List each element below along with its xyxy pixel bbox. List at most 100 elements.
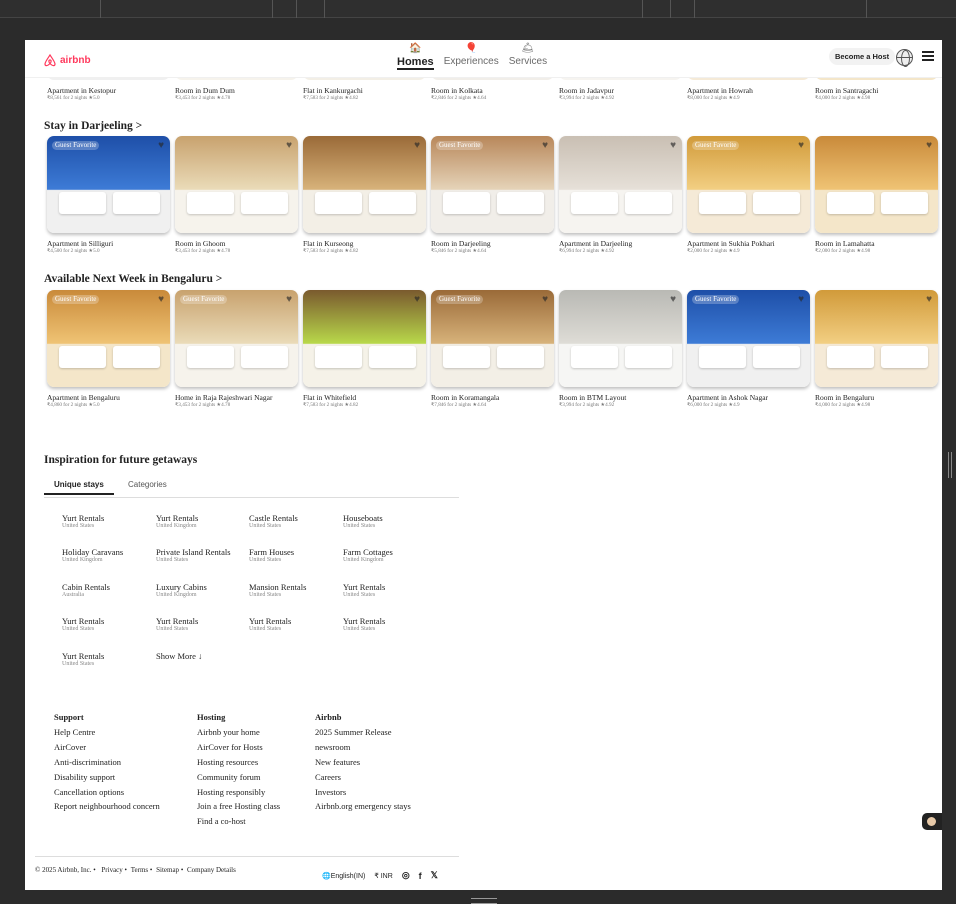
inspiration-item[interactable]: Cabin Rentals Australia <box>62 582 152 598</box>
currency-selector[interactable]: ₹ INR <box>374 872 392 880</box>
heart-icon[interactable]: ♥ <box>414 295 420 305</box>
footer-link[interactable]: Report neighbourhood concern <box>54 799 160 814</box>
footer-link[interactable]: Careers <box>315 770 411 785</box>
heart-icon[interactable]: ♥ <box>158 295 164 305</box>
listing-photo[interactable]: Guest Favorite ♥ <box>47 290 170 387</box>
inspiration-item[interactable]: Yurt Rentals United States <box>343 582 433 598</box>
inspiration-item[interactable]: Castle Rentals United States <box>249 513 339 529</box>
listing-card[interactable]: Guest Favorite ♥ Apartment in Ashok Nagar ₹… <box>687 290 810 408</box>
footer-link[interactable]: Help Centre <box>54 725 160 740</box>
footer-link[interactable]: Join a free Hosting class <box>197 799 280 814</box>
listing-card[interactable]: Guest Favorite ♥ Apartment in Sukhia Pokha… <box>687 136 810 254</box>
chat-widget-button[interactable] <box>922 813 942 830</box>
x-icon[interactable]: 𝕏 <box>431 870 438 881</box>
listing-card[interactable]: Guest Favorite ♥ Apartment in Bengaluru ₹4,… <box>47 290 170 408</box>
inspiration-item[interactable]: Yurt Rentals United States <box>343 616 433 632</box>
listing-card[interactable]: Guest Favorite ♥ Home in Raja Rajeshwari N… <box>175 290 298 408</box>
footer-link[interactable]: Community forum <box>197 770 280 785</box>
inspiration-item[interactable]: Yurt Rentals United States <box>62 651 152 667</box>
inspiration-item[interactable]: Holiday Caravans United Kingdom <box>62 547 152 563</box>
footer-link-sitemap[interactable]: Sitemap <box>156 866 179 874</box>
heart-icon[interactable]: ♥ <box>542 141 548 151</box>
listing-photo[interactable]: ♥ <box>559 136 682 233</box>
inspiration-item[interactable]: Yurt Rentals United States <box>62 616 152 632</box>
listing-photo[interactable]: ♥ <box>815 136 938 233</box>
show-more-link[interactable]: Show More ↓ <box>156 651 246 661</box>
section-title-bengaluru[interactable]: Available Next Week in Bengaluru > <box>44 273 222 285</box>
footer-link[interactable]: AirCover <box>54 740 160 755</box>
listing-card[interactable]: ♥ Room in Ghoom ₹3,453 for 2 nights ★4.78 <box>175 136 298 254</box>
inspiration-item[interactable]: Farm Houses United States <box>249 547 339 563</box>
listing-photo[interactable]: Guest Favorite ♥ <box>687 290 810 387</box>
footer-link[interactable]: 2025 Summer Release <box>315 725 411 740</box>
footer-link[interactable]: newsroom <box>315 740 411 755</box>
heart-icon[interactable]: ♥ <box>414 141 420 151</box>
listing-photo[interactable]: Guest Favorite ♥ <box>47 136 170 233</box>
footer-link[interactable]: Investors <box>315 785 411 800</box>
listing-photo[interactable]: Guest Favorite ♥ <box>175 290 298 387</box>
heart-icon[interactable]: ♥ <box>926 295 932 305</box>
globe-icon[interactable] <box>896 49 913 67</box>
tab-services[interactable]: 🛎 Services <box>509 42 547 70</box>
hamburger-menu-icon[interactable] <box>922 51 934 61</box>
listing-photo[interactable]: ♥ <box>559 290 682 387</box>
listing-photo[interactable]: ♥ <box>175 136 298 233</box>
inspiration-item[interactable]: Yurt Rentals United States <box>156 616 246 632</box>
listing-card[interactable]: ♥ Room in Lamahatta ₹2,000 for 2 nights ★4… <box>815 136 938 254</box>
airbnb-logo[interactable]: airbnb <box>43 54 91 67</box>
heart-icon[interactable]: ♥ <box>926 141 932 151</box>
heart-icon[interactable]: ♥ <box>670 295 676 305</box>
listing-card[interactable]: ♥ Flat in Kurseong ₹7,583 for 2 nights ★4.… <box>303 136 426 254</box>
listing-card[interactable]: Guest Favorite ♥ Apartment in Silliguri ₹4,… <box>47 136 170 254</box>
footer-link[interactable]: Hosting responsibly <box>197 785 280 800</box>
listing-photo[interactable]: Guest Favorite ♥ <box>431 290 554 387</box>
tab-homes[interactable]: 🏠 Homes <box>397 42 434 70</box>
inspiration-item[interactable]: Luxury Cabins United Kingdom <box>156 582 246 598</box>
heart-icon[interactable]: ♥ <box>542 295 548 305</box>
listing-card[interactable]: ♥ Room in Bengaluru ₹4,000 for 2 nights ★4… <box>815 290 938 408</box>
footer-link-company-details[interactable]: Company Details <box>187 866 236 874</box>
footer-link-privacy[interactable]: Privacy <box>101 866 122 874</box>
listing-card[interactable]: Guest Favorite ♥ Room in Koramangala ₹7,846… <box>431 290 554 408</box>
listing-card[interactable]: ♥ Apartment in Darjeeling ₹6,994 for 2 nig… <box>559 136 682 254</box>
listing-photo[interactable]: Guest Favorite ♥ <box>687 136 810 233</box>
footer-link[interactable]: Anti-discrimination <box>54 755 160 770</box>
heart-icon[interactable]: ♥ <box>286 295 292 305</box>
language-selector[interactable]: 🌐English(IN) <box>322 872 365 880</box>
heart-icon[interactable]: ♥ <box>798 141 804 151</box>
facebook-icon[interactable]: f <box>419 871 422 881</box>
heart-icon[interactable]: ♥ <box>670 141 676 151</box>
heart-icon[interactable]: ♥ <box>158 141 164 151</box>
inspiration-item[interactable]: Houseboats United States <box>343 513 433 529</box>
inspiration-item[interactable]: Yurt Rentals United States <box>62 513 152 529</box>
listing-card[interactable]: ♥ Room in BTM Layout ₹3,994 for 2 nights ★… <box>559 290 682 408</box>
section-title-darjeeling[interactable]: Stay in Darjeeling > <box>44 120 142 132</box>
footer-link[interactable]: Airbnb your home <box>197 725 280 740</box>
footer-link[interactable]: AirCover for Hosts <box>197 740 280 755</box>
listing-photo[interactable]: ♥ <box>303 290 426 387</box>
heart-icon[interactable]: ♥ <box>286 141 292 151</box>
footer-link[interactable]: Hosting resources <box>197 755 280 770</box>
footer-link[interactable]: New features <box>315 755 411 770</box>
listing-card[interactable]: ♥ Flat in Whitefield ₹7,583 for 2 nights ★… <box>303 290 426 408</box>
scrollbar-handle[interactable] <box>948 452 952 478</box>
tab-experiences[interactable]: 🎈 Experiences <box>444 42 499 70</box>
listing-photo[interactable]: Guest Favorite ♥ <box>431 136 554 233</box>
footer-link[interactable]: Airbnb.org emergency stays <box>315 799 411 814</box>
listing-photo[interactable]: ♥ <box>303 136 426 233</box>
instagram-icon[interactable]: ◎ <box>402 870 410 881</box>
inspiration-item[interactable]: Yurt Rentals United States <box>249 616 339 632</box>
inspiration-item[interactable]: Yurt Rentals United Kingdom <box>156 513 246 529</box>
inspiration-item[interactable]: Mansion Rentals United States <box>249 582 339 598</box>
footer-link[interactable]: Find a co-host <box>197 814 280 829</box>
footer-link[interactable]: Cancellation options <box>54 785 160 800</box>
tab-categories[interactable]: Categories <box>128 480 167 493</box>
heart-icon[interactable]: ♥ <box>798 295 804 305</box>
listing-card[interactable]: Guest Favorite ♥ Room in Darjeeling ₹5,846 … <box>431 136 554 254</box>
tab-unique-stays[interactable]: Unique stays <box>44 480 114 495</box>
footer-link-terms[interactable]: Terms <box>131 866 148 874</box>
resize-grip[interactable] <box>471 898 497 904</box>
footer-link[interactable]: Disability support <box>54 770 160 785</box>
inspiration-item[interactable]: Private Island Rentals United States <box>156 547 246 563</box>
inspiration-item[interactable]: Farm Cottages United Kingdom <box>343 547 433 563</box>
